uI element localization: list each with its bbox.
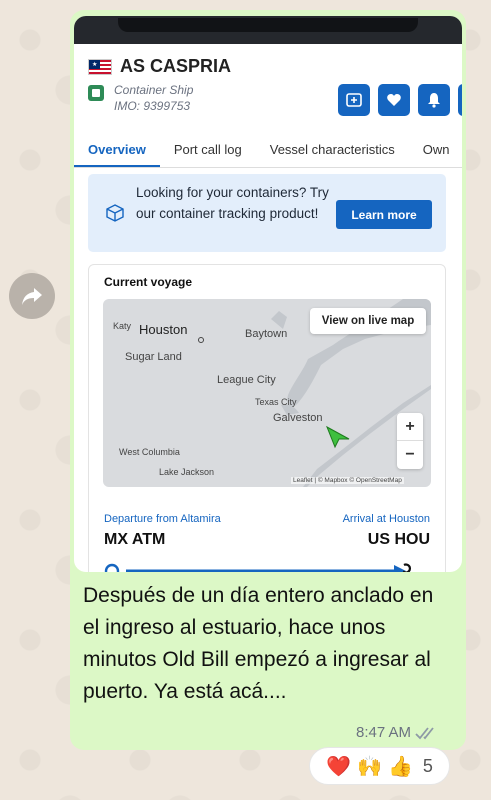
container-icon: [106, 204, 124, 222]
houston-marker-icon: [198, 337, 204, 343]
vessel-type: Container Ship: [114, 83, 194, 97]
thumbs-up-reaction-icon: 👍: [387, 755, 413, 778]
vessel-imo: IMO: 9399753: [114, 99, 191, 113]
heart-reaction-icon: ❤️: [326, 755, 352, 778]
map-label-sugar-land: Sugar Land: [125, 351, 182, 363]
tab-own[interactable]: Own: [409, 134, 462, 167]
map-label-league-city: League City: [217, 374, 276, 386]
favorite-button[interactable]: [378, 84, 410, 116]
arrival-code: US HOU: [367, 531, 430, 548]
departure-code: MX ATM: [104, 531, 166, 548]
tab-vessel-characteristics[interactable]: Vessel characteristics: [256, 134, 409, 167]
reaction-count: 5: [422, 755, 433, 776]
vessel-tabs: Overview Port call log Vessel characteri…: [74, 134, 462, 168]
departure-label: Departure from Altamira: [104, 513, 221, 525]
map-attribution[interactable]: Leaflet | © Mapbox © OpenStreetMap: [291, 477, 404, 484]
liberia-flag-icon: ★: [88, 58, 112, 75]
map-label-texas-city: Texas City: [255, 397, 297, 407]
message-meta: 8:47 AM: [356, 724, 439, 741]
add-to-fleet-button[interactable]: [338, 84, 370, 116]
ship-type-icon: [88, 85, 104, 101]
vessel-meta: Container Ship IMO: 9399753: [88, 82, 193, 114]
shared-screenshot[interactable]: ★ AS CASPRIA Container Ship IMO: 9399753…: [74, 16, 462, 572]
add-icon: [346, 93, 362, 107]
vessel-actions: [338, 84, 462, 116]
heart-icon: [387, 94, 401, 106]
bell-icon: [428, 93, 440, 108]
reactions-pill[interactable]: ❤️ 🙌 👍 5: [309, 747, 450, 785]
vessel-position-icon: [326, 425, 350, 449]
tab-overview[interactable]: Overview: [74, 134, 160, 167]
read-ticks-icon: [415, 726, 434, 739]
raised-hands-reaction-icon: 🙌: [357, 755, 382, 778]
map-label-galveston: Galveston: [273, 412, 323, 424]
notification-button[interactable]: [418, 84, 450, 116]
message-time: 8:47 AM: [356, 724, 412, 741]
view-live-map-button[interactable]: View on live map: [310, 308, 426, 334]
browser-top-bar: [74, 16, 462, 44]
voyage-title: Current voyage: [104, 275, 193, 289]
map-zoom-controls: + −: [397, 413, 423, 469]
map-label-baytown: Baytown: [245, 328, 288, 340]
voyage-map[interactable]: Katy Houston Baytown Sugar Land League C…: [103, 299, 431, 487]
route-progress: [104, 563, 412, 572]
map-label-west-columbia: West Columbia: [119, 447, 180, 457]
current-voyage-card: Current voyage Katy Houston Baytown Suga…: [88, 264, 446, 572]
map-label-katy: Katy: [113, 321, 132, 331]
zoom-out-button[interactable]: −: [397, 441, 423, 469]
origin-dot-icon: [104, 563, 120, 572]
container-tracking-promo: Looking for your containers? Try our con…: [88, 174, 446, 252]
forward-button[interactable]: [9, 273, 55, 319]
browser-search-bar: [118, 18, 418, 32]
arrival-label: Arrival at Houston: [342, 513, 430, 525]
vessel-header: ★ AS CASPRIA: [88, 56, 231, 77]
message-text: Después de un día entero anclado en el i…: [83, 584, 434, 703]
more-actions-button[interactable]: [458, 84, 462, 116]
forward-icon: [22, 288, 42, 305]
map-label-lake-jackson: Lake Jackson: [159, 467, 215, 477]
promo-text: Looking for your containers? Try our con…: [136, 185, 329, 221]
zoom-in-button[interactable]: +: [397, 413, 423, 441]
map-label-houston: Houston: [139, 322, 188, 337]
learn-more-button[interactable]: Learn more: [336, 200, 432, 229]
vessel-name: AS CASPRIA: [120, 56, 232, 76]
tab-port-call-log[interactable]: Port call log: [160, 134, 256, 167]
